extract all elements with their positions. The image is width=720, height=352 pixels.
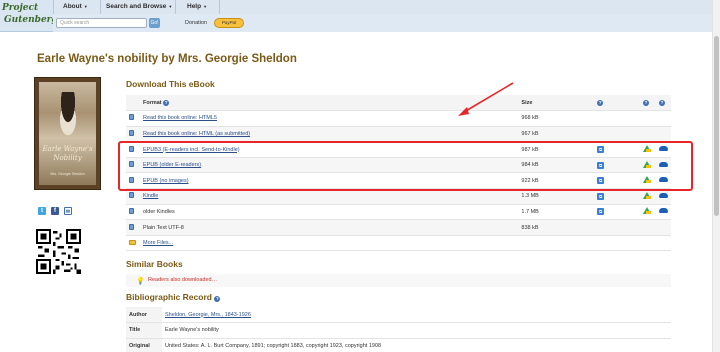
biblio-value: United States: A. L. Burt Company, 1891;…	[162, 338, 671, 352]
main-nav: About ▼ Search and Browse ▼ Help ▼	[53, 0, 712, 14]
annotation-highlight-box	[118, 141, 693, 191]
paypal-donate-button[interactable]: PayPal	[214, 18, 244, 28]
plain-text-link[interactable]: Plain Text UTF-8	[143, 225, 184, 231]
biblio-value: Earle Wayne's nobility	[162, 322, 671, 339]
nav-divider	[53, 0, 54, 14]
book-cover-image: Earle Wayne's Nobility Mrs. Georgie Shel…	[34, 77, 101, 190]
nav-divider	[100, 0, 101, 14]
read-online-html-link[interactable]: Read this book online: HTML (as submitte…	[143, 131, 250, 137]
page-scrollbar[interactable]	[712, 0, 720, 352]
book-icon	[129, 192, 134, 199]
file-size: 838 kB	[518, 219, 595, 236]
nav-divider	[219, 0, 220, 14]
onedrive-cloud-icon[interactable]	[658, 208, 668, 214]
book-icon	[129, 207, 134, 214]
similar-books-heading: Similar Books	[126, 259, 183, 269]
download-row-html: Read this book online: HTML (as submitte…	[126, 126, 671, 143]
book-icon	[129, 223, 134, 230]
chevron-down-icon: ▼	[83, 4, 88, 9]
help-icon[interactable]: ?	[163, 99, 170, 106]
download-row-html5: Read this book online: HTML5 968 kB	[126, 110, 671, 127]
qr-code-icon	[36, 229, 81, 274]
project-gutenberg-logo[interactable]: Project Gutenberg	[2, 1, 58, 31]
download-heading: Download This eBook	[126, 79, 215, 89]
size-column-header: Size	[518, 95, 595, 112]
mastodon-icon[interactable]: ✉	[64, 207, 72, 215]
quick-search-input[interactable]: Quick search	[56, 18, 147, 28]
cover-title-line1: Earle Wayne's	[42, 145, 93, 153]
biblio-key: Author	[126, 307, 162, 323]
kindle-link[interactable]: Kindle	[143, 193, 158, 199]
older-kindles-link[interactable]: older Kindles	[143, 209, 175, 215]
similar-books-row: 💡 Readers also downloaded…	[126, 274, 671, 287]
search-bar: Quick search Go! Donation PayPal	[53, 14, 712, 32]
bibliographic-table: Author Sheldon, Georgie, Mrs., 1843-1926…	[126, 307, 671, 352]
twitter-icon[interactable]: t	[38, 207, 46, 215]
nav-divider	[175, 0, 176, 14]
cover-title-line2: Nobility	[53, 154, 82, 162]
go-button[interactable]: Go!	[149, 18, 160, 28]
nav-help[interactable]: Help ▼	[187, 3, 207, 10]
file-size	[518, 235, 595, 252]
author-link[interactable]: Sheldon, Georgie, Mrs., 1843-1926	[165, 312, 251, 318]
biblio-row-author: Author Sheldon, Georgie, Mrs., 1843-1926	[126, 307, 671, 323]
site-header: Project Gutenberg About ▼ Search and Brow…	[0, 0, 712, 32]
cover-author: Mrs. Georgie Sheldon	[50, 172, 85, 176]
book-icon	[129, 114, 134, 121]
download-row-older-kindles: older Kindles 1.7 MB ⧉	[126, 204, 671, 221]
book-icon	[129, 129, 134, 136]
download-row-plain-text: Plain Text UTF-8 838 kB	[126, 219, 671, 236]
cover-portrait	[54, 92, 82, 142]
scrollbar-thumb[interactable]	[714, 36, 719, 216]
onedrive-cloud-icon[interactable]	[658, 192, 668, 198]
read-online-html5-link[interactable]: Read this book online: HTML5	[143, 115, 217, 121]
dropbox-icon[interactable]: ⧉	[597, 208, 605, 216]
chevron-down-icon: ▼	[203, 4, 208, 9]
readers-also-downloaded-link[interactable]: Readers also downloaded…	[148, 277, 217, 283]
biblio-row-original: Original United States: A. L. Burt Compa…	[126, 338, 671, 352]
cover-artwork: Earle Wayne's Nobility Mrs. Georgie Shel…	[39, 82, 96, 185]
file-size: 1.7 MB	[518, 204, 595, 221]
help-icon[interactable]: ?	[658, 99, 665, 106]
google-drive-icon[interactable]	[642, 207, 651, 215]
help-icon[interactable]: ?	[597, 99, 604, 106]
google-drive-icon[interactable]	[642, 191, 651, 199]
facebook-icon[interactable]: f	[51, 207, 59, 215]
file-size: 967 kB	[518, 126, 595, 143]
nav-about[interactable]: About ▼	[63, 3, 88, 10]
download-table-header: Format ? Size ? ? ?	[126, 95, 671, 112]
more-files-link[interactable]: More Files...	[143, 240, 173, 246]
biblio-key: Title	[126, 322, 162, 339]
donation-label: Donation	[185, 20, 208, 26]
file-size: 968 kB	[518, 110, 595, 127]
nav-search-and-browse[interactable]: Search and Browse ▼	[106, 3, 172, 10]
bibliographic-record-heading: Bibliographic Record ?	[126, 292, 221, 302]
page-title: Earle Wayne's nobility by Mrs. Georgie S…	[37, 53, 297, 65]
help-icon[interactable]: ?	[642, 99, 649, 106]
biblio-key: Original	[126, 338, 162, 352]
biblio-row-title: Title Earle Wayne's nobility	[126, 322, 671, 339]
folder-icon	[129, 239, 136, 245]
help-icon[interactable]: ?	[214, 296, 221, 302]
dropbox-icon[interactable]: ⧉	[597, 192, 605, 200]
format-column-header: Format	[142, 99, 162, 106]
lightbulb-icon: 💡	[136, 278, 145, 285]
download-row-more-files: More Files...	[126, 235, 671, 252]
chevron-down-icon: ▼	[168, 4, 173, 9]
